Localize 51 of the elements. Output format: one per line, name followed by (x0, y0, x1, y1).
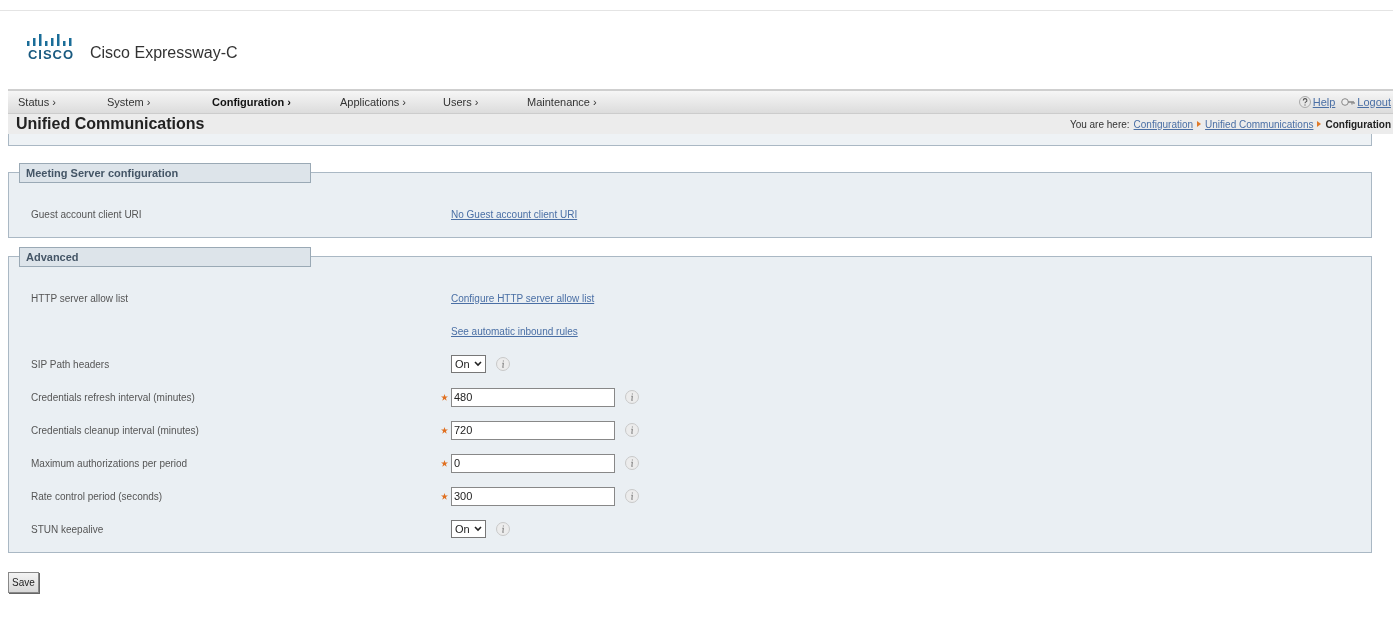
link[interactable]: No Guest account client URI (451, 206, 578, 222)
chevron-down-icon (473, 361, 482, 367)
required-star-icon (441, 393, 448, 401)
product-name: Cisco Expressway-C (90, 45, 238, 61)
field-label: Credentials cleanup interval (minutes) (31, 424, 199, 436)
info-icon[interactable] (625, 489, 639, 503)
dropdown[interactable]: On (451, 355, 486, 373)
breadcrumb-current: Configuration (1325, 117, 1391, 132)
chevron-down-icon (473, 526, 482, 532)
required-star-icon (441, 459, 448, 467)
field-label: Rate control period (seconds) (31, 490, 163, 502)
required-star-icon (441, 426, 448, 434)
save-button[interactable]: Save (8, 572, 39, 593)
breadcrumb-link[interactable]: Unified Communications (1205, 116, 1314, 132)
help-icon (1298, 96, 1311, 108)
field-label: Credentials refresh interval (minutes) (31, 391, 195, 403)
required-star-icon (441, 492, 448, 500)
input-field[interactable]: 300 (451, 486, 615, 506)
breadcrumb-link[interactable]: Configuration (1133, 116, 1194, 132)
field-label: Guest account client URI (31, 208, 142, 220)
field-label: Maximum authorizations per period (31, 457, 188, 469)
section-legend: Advanced (19, 247, 311, 267)
arrow-icon (1317, 121, 1322, 127)
input-field[interactable]: 0 (451, 453, 615, 473)
field-label: HTTP server allow list (31, 292, 129, 304)
nav-menu-item[interactable]: Configuration › (212, 93, 340, 111)
nav-menu-item[interactable]: Maintenance › (527, 93, 647, 111)
header-link[interactable]: Logout (1357, 93, 1391, 111)
link[interactable]: See automatic inbound rules (451, 323, 578, 339)
link[interactable]: Configure HTTP server allow list (451, 290, 595, 306)
header-link[interactable]: Help (1312, 93, 1336, 111)
field-label: SIP Path headers (31, 358, 110, 370)
section-legend: Meeting Server configuration (19, 163, 311, 183)
page-title: Unified Communications (16, 114, 206, 134)
logo-text: CISCO (27, 48, 75, 61)
info-icon[interactable] (625, 456, 639, 470)
input-field[interactable]: 720 (451, 420, 615, 440)
nav-menu-item[interactable]: Applications › (340, 93, 443, 111)
field-label: STUN keepalive (31, 523, 104, 535)
info-icon[interactable] (625, 390, 639, 404)
nav-menu-item[interactable]: System › (107, 93, 212, 111)
input-field[interactable]: 480 (451, 387, 615, 407)
info-icon[interactable] (625, 423, 639, 437)
arrow-icon (1197, 121, 1202, 127)
breadcrumb-label: You are here: (1069, 117, 1130, 132)
key-icon (1341, 97, 1356, 107)
info-icon[interactable] (495, 522, 510, 536)
dropdown[interactable]: On (451, 520, 486, 538)
nav-menu-item[interactable]: Status › (18, 93, 107, 111)
nav-menu-item[interactable]: Users › (443, 93, 527, 111)
info-icon[interactable] (495, 357, 510, 371)
